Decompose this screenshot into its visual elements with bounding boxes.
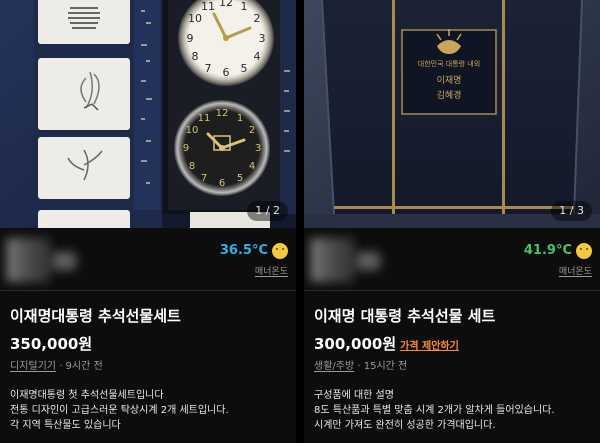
svg-text:12: 12 [216,108,229,119]
svg-text:4: 4 [249,161,255,172]
manner-temperature[interactable]: 36.5°C 매너온도 [220,240,288,277]
seller-avatar[interactable] [6,238,50,282]
listing-title: 이재명 대통령 추석선물 세트 [314,307,496,325]
svg-text:2: 2 [254,12,261,25]
column-gutter [296,0,304,443]
listing-card-1[interactable]: 12 1 2 3 4 5 6 7 8 9 10 11 12 1 2 3 4 5 … [0,0,296,443]
box-label-line: 이재명 [437,75,462,86]
listing-meta: 생활/주방 · 15시간 전 [314,357,407,372]
listing-photo[interactable]: 12 1 2 3 4 5 6 7 8 9 10 11 12 1 2 3 4 5 … [0,0,296,228]
seller-avatar[interactable] [310,238,354,282]
description-line: 시계만 가져도 완전히 성공한 가격대입니다. [314,420,496,431]
svg-text:4: 4 [254,50,261,63]
description-line: 이재명대통령 첫 추석선물세트입니다 [10,390,164,401]
price-offer-link[interactable]: 가격 제안하기 [400,341,459,352]
divider [304,290,600,291]
time-ago: 9시간 전 [65,361,103,372]
photo-counter: 1 / 2 [247,201,288,221]
presidential-label: 대한민국 대통령 내외 이재명 김혜경 [401,29,497,115]
manner-temperature-label[interactable]: 매너온도 [220,264,288,277]
svg-text:9: 9 [187,32,194,45]
listing-meta: 디지털기기 · 9시간 전 [10,357,103,372]
smiley-face-icon [272,242,288,259]
listing-price-row: 300,000원 가격 제안하기 [314,333,459,354]
box-label-line: 대한민국 대통령 내외 [418,59,480,68]
photo-counter: 1 / 3 [551,201,592,221]
svg-text:11: 11 [198,113,211,124]
product-card [38,0,130,44]
seller-nickname[interactable] [52,252,76,270]
svg-text:8: 8 [189,161,195,172]
manner-temperature-value: 41.9°C [523,243,572,258]
svg-text:2: 2 [249,125,255,136]
svg-text:7: 7 [201,173,207,184]
product-card [38,137,130,199]
svg-text:11: 11 [201,0,215,13]
listing-price: 350,000원 [10,335,93,353]
seller-row[interactable]: 36.5°C 매너온도 [0,228,296,290]
seller-row[interactable]: 41.9°C 매너온도 [304,228,600,290]
svg-text:8: 8 [192,50,199,63]
svg-text:7: 7 [205,62,212,75]
svg-text:3: 3 [259,32,266,45]
svg-text:6: 6 [219,178,225,189]
description-line: 각 지역 특산물도 있습니다 [10,420,121,431]
listing-description: 이재명대통령 첫 추석선물세트입니다 전통 디자인이 고급스러운 탁상시계 2개… [10,388,292,433]
description-line: 구성품에 대한 설명 [314,390,394,401]
description-line: 전통 디자인이 고급스러운 탁상시계 2개 세트입니다. [10,405,229,416]
svg-text:1: 1 [237,113,243,124]
manner-temperature[interactable]: 41.9°C 매너온도 [524,240,592,277]
listing-description: 구성품에 대한 설명 8도 특산품과 특별 맞춤 시계 2개가 알차게 들어있습… [314,388,596,433]
manner-temperature-label[interactable]: 매너온도 [524,264,592,277]
svg-text:1: 1 [241,0,248,13]
gift-box-photo: 대한민국 대통령 내외 이재명 김혜경 [304,0,600,228]
svg-text:6: 6 [223,66,230,79]
svg-text:9: 9 [183,143,189,154]
seller-nickname[interactable] [356,252,380,270]
svg-text:5: 5 [241,62,248,75]
svg-text:12: 12 [219,0,233,9]
box-label-line: 김혜경 [437,89,462,101]
product-card [38,58,130,130]
svg-text:10: 10 [188,12,202,25]
listing-card-2[interactable]: 대한민국 대통령 내외 이재명 김혜경 1 / 3 41.9°C 매너온도 이재… [304,0,600,443]
category-link[interactable]: 생활/주방 [314,361,354,372]
category-link[interactable]: 디지털기기 [10,361,56,372]
time-ago: 15시간 전 [363,361,408,372]
smiley-face-icon [576,242,592,259]
gift-set-photo: 12 1 2 3 4 5 6 7 8 9 10 11 12 1 2 3 4 5 … [0,0,296,228]
divider [0,290,296,291]
svg-text:10: 10 [186,125,199,136]
svg-text:5: 5 [237,173,243,184]
listing-price: 300,000원 [314,335,397,353]
listing-photo[interactable]: 대한민국 대통령 내외 이재명 김혜경 1 / 3 [304,0,600,228]
description-line: 8도 특산품과 특별 맞춤 시계 2개가 알차게 들어있습니다. [314,405,555,416]
svg-text:3: 3 [255,143,261,154]
listing-title: 이재명대통령 추석선물세트 [10,307,181,325]
manner-temperature-value: 36.5°C [219,243,268,258]
black-clock: 12 1 2 3 4 5 6 7 8 9 10 11 [174,100,270,196]
